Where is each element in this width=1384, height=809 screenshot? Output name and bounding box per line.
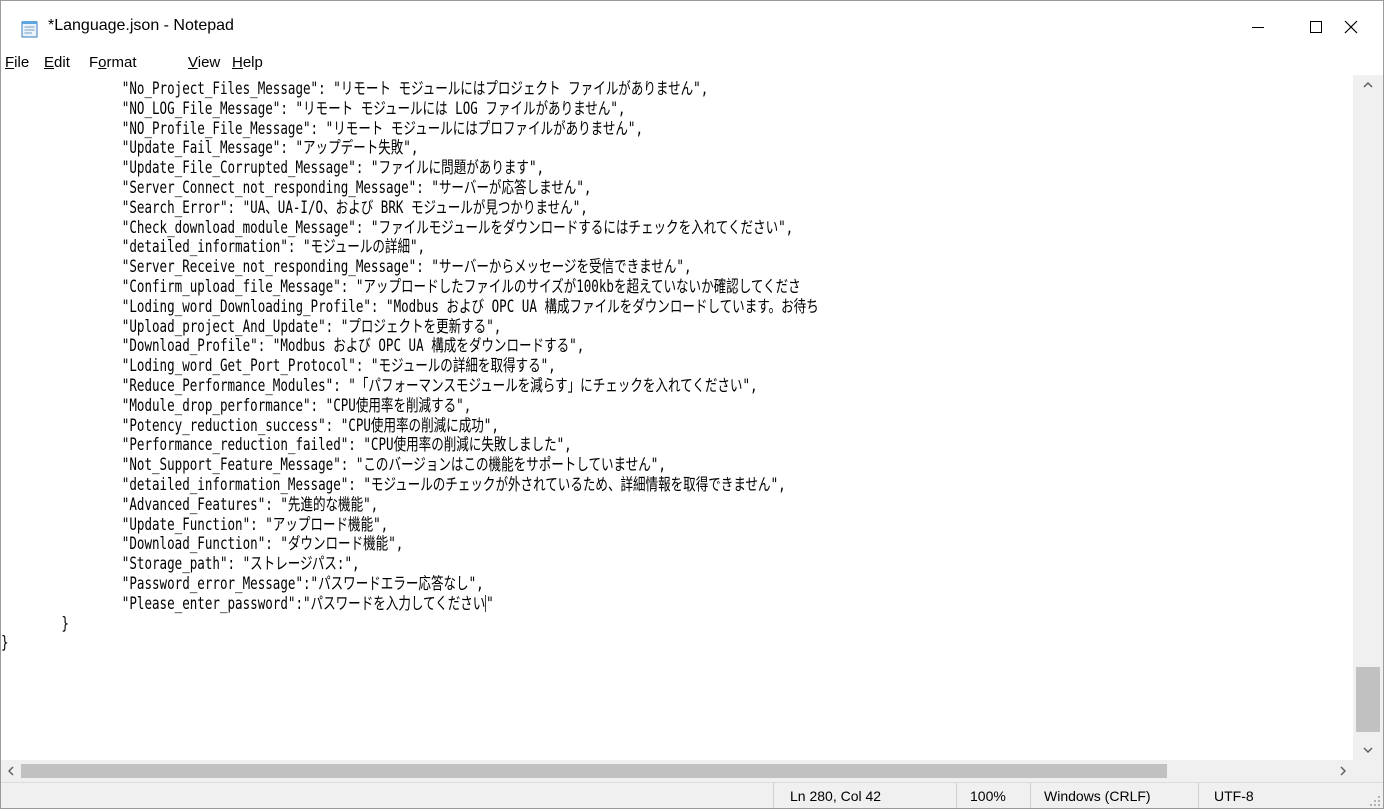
editor-line: "Download_Function": "ダウンロード機能", bbox=[1, 534, 404, 554]
editor-lines: "No_Project_Files_Message": "リモート モジュールに… bbox=[1, 79, 819, 653]
minimize-button[interactable] bbox=[1229, 1, 1287, 53]
scroll-left-button[interactable] bbox=[1, 760, 21, 782]
close-icon bbox=[1344, 20, 1358, 34]
menu-bar: File Edit Format View Help bbox=[1, 53, 1383, 75]
editor-line: "Please_enter_password":"パスワードを入力してください" bbox=[1, 593, 494, 613]
close-button[interactable] bbox=[1322, 1, 1380, 53]
horizontal-scroll-thumb[interactable] bbox=[21, 764, 1167, 778]
editor-line: "Server_Connect_not_responding_Message":… bbox=[1, 177, 592, 197]
editor-line: "Server_Receive_not_responding_Message":… bbox=[1, 257, 692, 277]
maximize-icon bbox=[1310, 21, 1322, 33]
text-caret bbox=[485, 594, 487, 612]
text-editor[interactable]: "No_Project_Files_Message": "リモート モジュールに… bbox=[1, 75, 1353, 760]
editor-line: "Performance_reduction_failed": "CPU使用率の… bbox=[1, 435, 572, 455]
notepad-icon bbox=[21, 21, 38, 38]
window-title: *Language.json - Notepad bbox=[48, 17, 234, 34]
minimize-icon bbox=[1252, 27, 1264, 28]
editor-line: "Download_Profile": "Modbus および OPC UA 構… bbox=[1, 336, 585, 356]
status-position: Ln 280, Col 42 bbox=[790, 788, 882, 804]
vertical-scrollbar[interactable] bbox=[1353, 75, 1383, 760]
status-divider bbox=[1198, 783, 1199, 808]
menu-format[interactable]: Format bbox=[89, 54, 137, 71]
vertical-scroll-thumb[interactable] bbox=[1356, 667, 1380, 732]
scroll-right-button[interactable] bbox=[1333, 760, 1353, 782]
editor-line: "Reduce_Performance_Modules": "「パフォーマンスモ… bbox=[1, 375, 758, 395]
resize-grip-icon[interactable] bbox=[1367, 793, 1381, 807]
scroll-up-button[interactable] bbox=[1353, 75, 1383, 95]
chevron-right-icon bbox=[1340, 766, 1346, 776]
editor-line: "Update_Function": "アップロード機能", bbox=[1, 514, 389, 534]
editor-line: "NO_Profile_File_Message": "リモート モジュールには… bbox=[1, 118, 644, 138]
editor-line: "Storage_path": "ストレージパス:", bbox=[1, 554, 360, 574]
editor-line: "detailed_information_Message": "モジュールのチ… bbox=[1, 474, 786, 494]
editor-line: "No_Project_Files_Message": "リモート モジュールに… bbox=[1, 79, 709, 98]
editor-line: "Update_Fail_Message": "アップデート失敗", bbox=[1, 138, 419, 158]
menu-view[interactable]: View bbox=[188, 54, 220, 71]
scrollbar-corner bbox=[1353, 760, 1383, 782]
notepad-window: *Language.json - Notepad File Edit Forma… bbox=[0, 0, 1384, 809]
editor-line: "Not_Support_Feature_Message": "このバージョンは… bbox=[1, 455, 666, 475]
horizontal-scrollbar[interactable] bbox=[1, 760, 1353, 782]
editor-line: "Potency_reduction_success": "CPU使用率の削減に… bbox=[1, 415, 499, 435]
editor-line: "Confirm_upload_file_Message": "アップロードした… bbox=[1, 276, 801, 296]
chevron-up-icon bbox=[1363, 82, 1373, 88]
menu-edit[interactable]: Edit bbox=[44, 54, 70, 71]
status-zoom: 100% bbox=[970, 788, 1006, 804]
status-bar: Ln 280, Col 42 100% Windows (CRLF) UTF-8 bbox=[1, 782, 1383, 808]
editor-line: "Loding_word_Get_Port_Protocol": "モジュールの… bbox=[1, 356, 556, 376]
scroll-down-button[interactable] bbox=[1353, 740, 1383, 760]
status-encoding: UTF-8 bbox=[1214, 788, 1254, 804]
editor-line: "Module_drop_performance": "CPU使用率を削減する"… bbox=[1, 395, 472, 415]
editor-line: "Check_download_module_Message": "ファイルモジ… bbox=[1, 217, 794, 237]
chevron-down-icon bbox=[1363, 747, 1373, 753]
editor-line: "Search_Error": "UA、UA-I/O、および BRK モジュール… bbox=[1, 197, 588, 217]
editor-line: } bbox=[1, 633, 9, 653]
status-divider bbox=[773, 783, 774, 808]
editor-line: "Advanced_Features": "先進的な機能", bbox=[1, 494, 379, 514]
editor-line: "detailed_information": "モジュールの詳細", bbox=[1, 237, 426, 257]
editor-line: } bbox=[1, 613, 69, 633]
editor-line: "Update_File_Corrupted_Message": "ファイルに問… bbox=[1, 158, 545, 178]
editor-line: "Loding_word_Downloading_Profile": "Modb… bbox=[1, 296, 819, 316]
editor-line: "Password_error_Message":"パスワードエラー応答なし", bbox=[1, 573, 484, 593]
menu-file[interactable]: File bbox=[5, 54, 29, 71]
editor-line: "NO_LOG_File_Message": "リモート モジュールには LOG… bbox=[1, 98, 626, 118]
editor-line: "Upload_project_And_Update": "プロジェクトを更新す… bbox=[1, 316, 502, 336]
title-bar[interactable]: *Language.json - Notepad bbox=[1, 1, 1383, 53]
chevron-left-icon bbox=[8, 766, 14, 776]
menu-help[interactable]: Help bbox=[232, 54, 263, 71]
status-divider bbox=[1030, 783, 1031, 808]
status-line-ending: Windows (CRLF) bbox=[1044, 788, 1151, 804]
status-divider bbox=[956, 783, 957, 808]
